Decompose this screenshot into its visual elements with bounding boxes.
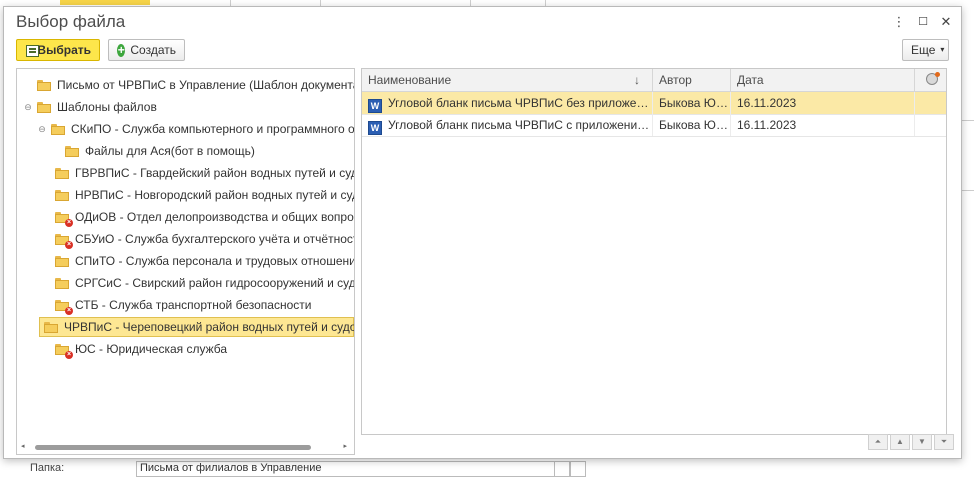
tree-item[interactable]: СРГСиС - Свирский район гидросооружений …	[41, 273, 354, 293]
folder-icon	[37, 79, 51, 91]
table-navigation: ⏶ ▲ ▼ ⏷	[868, 434, 954, 450]
background-form-row: Папка: Письма от филиалов в Управление	[0, 457, 974, 477]
column-settings-icon[interactable]	[926, 72, 940, 85]
create-button[interactable]: + Создать	[108, 39, 185, 61]
column-header-date[interactable]: Дата	[731, 69, 915, 91]
maximize-icon[interactable]: ☐	[914, 13, 932, 31]
more-menu-icon[interactable]: ⋮	[890, 13, 908, 31]
column-header-name[interactable]: Наименование ↓	[362, 69, 653, 91]
tree-item-label: НРВПиС - Новгородский район водных путей…	[75, 188, 354, 202]
files-table: Наименование ↓ Автор Дата W Угловой бланк…	[361, 68, 947, 435]
background-field-input: Письма от филиалов в Управление	[136, 461, 555, 477]
tree-item-label: ЧРВПиС - Череповецкий район водных путей…	[64, 320, 354, 334]
word-document-icon: W	[368, 121, 382, 135]
cell-date: 16.11.2023	[731, 114, 915, 136]
tree-item-label: Файлы для Ася(бот в помощь)	[85, 144, 255, 158]
table-row[interactable]: W Угловой бланк письма ЧРВПиС с приложени…	[362, 114, 946, 137]
add-icon: +	[117, 42, 126, 57]
collapse-icon[interactable]: ⊖	[23, 97, 33, 117]
cell-author: Быкова Ю.А.	[653, 92, 731, 114]
cell-author: Быкова Ю.А.	[653, 114, 731, 136]
tree-item[interactable]: Файлы для Ася(бот в помощь)	[51, 141, 255, 161]
folder-icon	[65, 145, 79, 157]
go-first-icon[interactable]: ⏶	[868, 434, 888, 450]
background-divider	[962, 120, 974, 121]
tree-item-label: СБУиО - Служба бухгалтерского учёта и от…	[75, 232, 355, 246]
tree-item[interactable]: × СБУиО - Служба бухгалтерского учёта и о…	[41, 229, 355, 249]
tree-item[interactable]: ГВРВПиС - Гвардейский район водных путей…	[41, 163, 354, 183]
tree-item-label: СТБ - Служба транспортной безопасности	[75, 298, 312, 312]
folder-deleted-icon: ×	[55, 299, 73, 315]
deletion-mark-icon: ×	[65, 306, 73, 315]
close-icon[interactable]: ✕	[937, 13, 955, 31]
chevron-down-icon: ▾	[940, 45, 945, 54]
go-down-icon[interactable]: ▼	[912, 434, 932, 450]
background-divider	[962, 190, 974, 191]
tree-item-label: ОДиОВ - Отдел делопроизводства и общих в…	[75, 210, 355, 224]
tree-item[interactable]: Письмо от ЧРВПиС в Управление (Шаблон до…	[23, 75, 355, 95]
tree-item-label: ГВРВПиС - Гвардейский район водных путей…	[75, 166, 354, 180]
cell-name: W Угловой бланк письма ЧРВПиС с приложени…	[362, 114, 653, 136]
choose-icon	[25, 43, 40, 57]
folder-icon	[55, 167, 69, 179]
table-row[interactable]: W Угловой бланк письма ЧРВПиС без приложе…	[362, 92, 946, 115]
tree-item[interactable]: × ОДиОВ - Отдел делопроизводства и общих …	[41, 207, 355, 227]
background-field-select-button	[554, 461, 570, 477]
tree-item[interactable]: НРВПиС - Новгородский район водных путей…	[41, 185, 354, 205]
folder-deleted-icon: ×	[55, 343, 73, 359]
background-field-open-button	[570, 461, 586, 477]
folder-tree[interactable]: Письмо от ЧРВПиС в Управление (Шаблон до…	[16, 68, 355, 455]
tree-item[interactable]: × ЮС - Юридическая служба	[41, 339, 227, 359]
background-field-label: Папка:	[30, 462, 65, 474]
collapse-icon[interactable]: ⊖	[37, 119, 47, 139]
tree-item-label: ЮС - Юридическая служба	[75, 342, 228, 356]
word-document-icon: W	[368, 99, 382, 113]
cell-date: 16.11.2023	[731, 92, 915, 114]
folder-deleted-icon: ×	[55, 211, 73, 227]
deletion-mark-icon: ×	[65, 218, 73, 227]
deletion-mark-icon: ×	[65, 350, 73, 359]
tree-item[interactable]: ЧРВПиС - Череповецкий район водных путей…	[39, 317, 354, 337]
create-button-label: Создать	[130, 43, 176, 57]
folder-icon	[51, 123, 65, 135]
scrollbar-thumb[interactable]	[35, 445, 311, 450]
tree-item-label: СРГСиС - Свирский район гидросооружений …	[75, 276, 354, 290]
more-button[interactable]: Еще ▾	[902, 39, 949, 61]
tree-item-label: Шаблоны файлов	[57, 100, 157, 114]
tree-item-label: СКиПО - Служба компьютерного и программн…	[71, 122, 355, 136]
table-header: Наименование ↓ Автор Дата	[362, 69, 946, 92]
tree-item-label: Письмо от ЧРВПиС в Управление (Шаблон до…	[57, 78, 355, 92]
go-up-icon[interactable]: ▲	[890, 434, 910, 450]
deletion-mark-icon: ×	[65, 240, 73, 249]
column-header-name-label: Наименование	[368, 73, 452, 87]
tree-item[interactable]: ⊖ СКиПО - Служба компьютерного и программ…	[37, 119, 355, 139]
folder-deleted-icon: ×	[55, 233, 73, 249]
folder-icon	[44, 321, 58, 333]
folder-icon	[37, 101, 51, 113]
go-last-icon[interactable]: ⏷	[934, 434, 954, 450]
choose-button-label: Выбрать	[37, 43, 91, 57]
tree-item[interactable]: СПиТО - Служба персонала и трудовых отно…	[41, 251, 355, 271]
column-header-author[interactable]: Автор	[653, 69, 731, 91]
folder-icon	[55, 189, 69, 201]
scroll-left-icon[interactable]: ◂	[21, 443, 25, 451]
more-button-label: Еще	[911, 43, 936, 57]
dialog-title: Выбор файла	[16, 12, 126, 31]
tree-item[interactable]: × СТБ - Служба транспортной безопасности	[41, 295, 311, 315]
cell-name: W Угловой бланк письма ЧРВПиС без приложе…	[362, 92, 653, 114]
tree-item[interactable]: ⊖ Шаблоны файлов	[23, 97, 157, 117]
column-settings-header[interactable]	[915, 69, 946, 91]
file-select-dialog: Выбор файла ⋮ ☐ ✕ Выбрать + Создать Еще …	[3, 6, 962, 459]
scroll-right-icon[interactable]: ▸	[343, 443, 347, 451]
cell-name-text: Угловой бланк письма ЧРВПиС без приложен…	[388, 96, 653, 110]
tree-horizontal-scrollbar[interactable]: ◂ ▸	[21, 443, 347, 451]
cell-name-text: Угловой бланк письма ЧРВПиС с приложение…	[388, 118, 653, 132]
folder-icon	[55, 277, 69, 289]
folder-icon	[55, 255, 69, 267]
choose-button[interactable]: Выбрать	[16, 39, 100, 61]
sort-descending-icon: ↓	[634, 73, 640, 87]
tree-item-label: СПиТО - Служба персонала и трудовых отно…	[75, 254, 355, 268]
background-active-tab	[60, 0, 150, 5]
